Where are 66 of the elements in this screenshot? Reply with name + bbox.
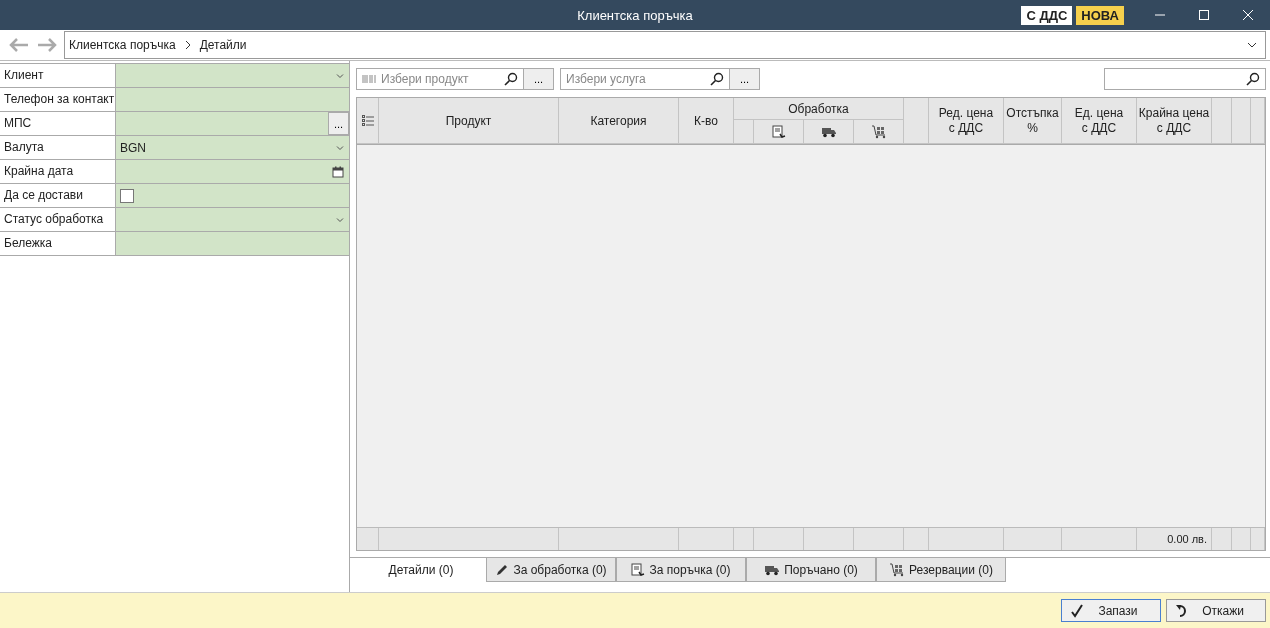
window-title: Клиентска поръчка (577, 7, 693, 23)
back-arrow-icon[interactable] (8, 37, 30, 53)
chevron-icon (183, 40, 192, 50)
close-icon[interactable] (1242, 9, 1254, 21)
column-header[interactable]: Категория (559, 98, 679, 144)
save-button[interactable]: Запази (1061, 599, 1161, 622)
column-header[interactable]: Ред. цена с ДДС (929, 98, 1004, 144)
browse-button[interactable]: ... (524, 68, 554, 90)
truck-icon (820, 125, 837, 138)
column-header[interactable]: Продукт (379, 98, 559, 144)
maximize-icon[interactable] (1198, 9, 1210, 21)
browse-button[interactable]: ... (730, 68, 760, 90)
breadcrumb-item[interactable]: Детайли (199, 38, 247, 52)
service-search-field[interactable]: Избери услуга (560, 68, 730, 90)
pencil-icon (495, 562, 510, 577)
column-header[interactable] (734, 120, 754, 144)
cancel-button[interactable]: Откажи (1166, 599, 1266, 622)
cart-icon (889, 562, 906, 577)
dropdown-caret-icon (336, 144, 344, 151)
column-header[interactable] (1251, 98, 1265, 144)
truck-icon (764, 563, 781, 576)
column-header[interactable]: К-во (679, 98, 734, 144)
status-badge: С ДДС (1021, 5, 1073, 25)
tab[interactable]: Резервации (0) (876, 558, 1006, 582)
input-field[interactable]: ... (116, 112, 349, 135)
cart-icon (870, 124, 887, 139)
tab[interactable]: Поръчано (0) (746, 558, 876, 582)
search-field[interactable] (1104, 68, 1266, 90)
document-icon (771, 124, 786, 139)
column-header[interactable]: Крайна цена с ДДС (1137, 98, 1212, 144)
forward-arrow-icon[interactable] (36, 37, 58, 53)
total-amount: 0.00 лв. (1167, 533, 1207, 545)
search-icon[interactable] (710, 72, 724, 86)
tab[interactable]: За обработка (0) (486, 558, 616, 582)
calendar-icon[interactable] (332, 165, 344, 178)
list-icon (361, 114, 374, 127)
breadcrumb-bar[interactable]: Клиентска поръчка Детайли (64, 31, 1266, 59)
search-icon[interactable] (1246, 72, 1260, 86)
checkmark-icon (1070, 603, 1084, 618)
column-header[interactable]: Обработка (734, 98, 904, 120)
document-icon (631, 562, 646, 577)
column-header[interactable]: Отстъпка % (1004, 98, 1062, 144)
product-search-field[interactable]: Избери продукт (356, 68, 524, 90)
barcode-icon (362, 74, 376, 84)
input-field[interactable] (116, 208, 349, 231)
input-field[interactable] (116, 88, 349, 111)
input-field[interactable] (116, 184, 349, 207)
dropdown-caret-icon[interactable] (1247, 41, 1257, 49)
browse-button[interactable]: ... (328, 112, 349, 135)
input-field[interactable] (116, 232, 349, 255)
column-chooser-button[interactable] (357, 98, 379, 144)
tab[interactable]: За поръчка (0) (616, 558, 746, 582)
status-badge: НОВА (1076, 5, 1124, 25)
dropdown-caret-icon (336, 216, 344, 223)
column-header[interactable] (1212, 98, 1232, 144)
column-header[interactable]: Ед. цена с ДДС (1062, 98, 1137, 144)
input-field[interactable] (116, 160, 349, 183)
search-icon[interactable] (504, 72, 518, 86)
dropdown-caret-icon (336, 72, 344, 79)
column-header[interactable] (904, 98, 929, 144)
input-field[interactable] (116, 64, 349, 87)
undo-icon (1175, 603, 1189, 618)
checkbox[interactable] (120, 188, 134, 203)
input-field[interactable]: BGN (116, 136, 349, 159)
column-header[interactable] (1232, 98, 1251, 144)
breadcrumb-item[interactable]: Клиентска поръчка (69, 38, 176, 52)
